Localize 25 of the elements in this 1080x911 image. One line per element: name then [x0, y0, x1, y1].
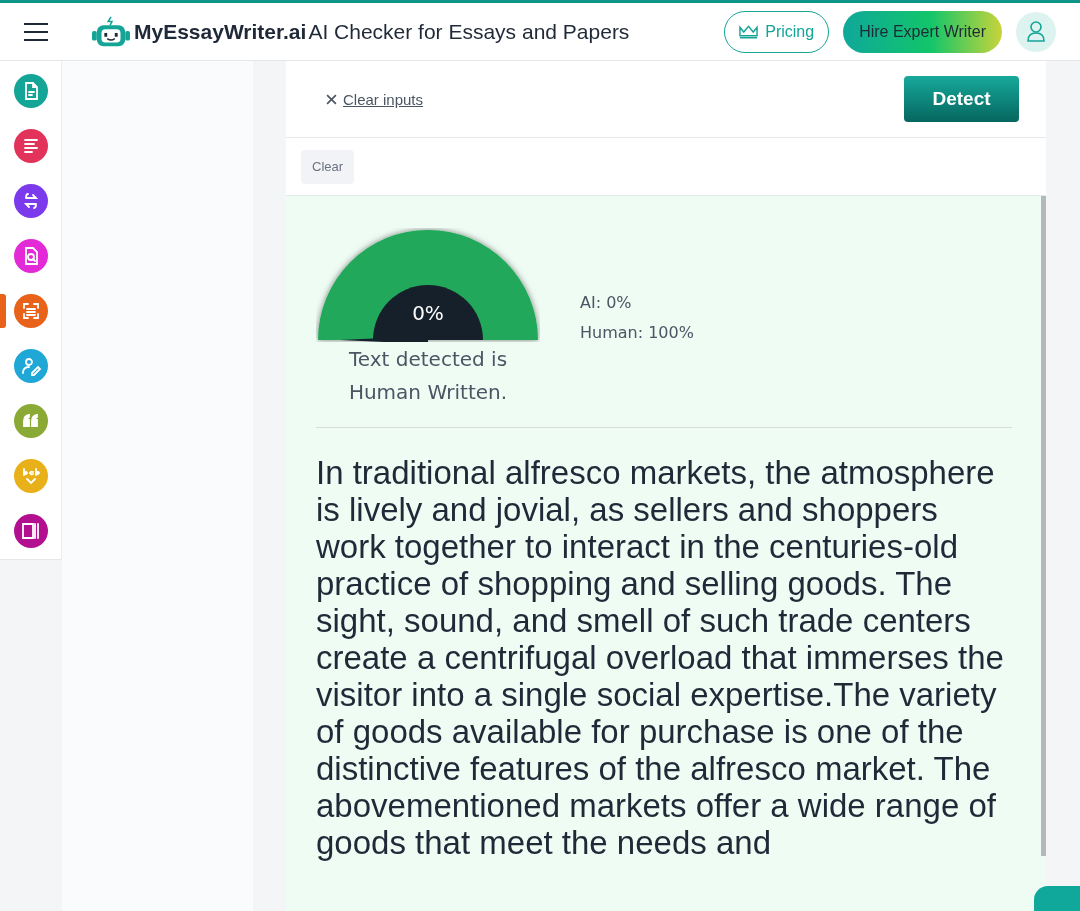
verdict-text: Text detected is Human Written.: [347, 346, 509, 406]
swap-tool-icon[interactable]: [14, 184, 48, 218]
search-doc-tool-icon[interactable]: [14, 239, 48, 273]
essay-text: In traditional alfresco markets, the atmosphere is lively and jovial, as sellers and shoppers work together to interact in the centuries-old practice of shopping and selling goods. The sight, sound, and smell of such trade centers create a centrifugal overload that immerses the visitor into a single social expertise.The variety of goods available for purchase is one of the distinctive features of the alfresco market. The abovementioned markets offer a wide range of goods that meet the needs and: [316, 454, 1005, 861]
scrollbar[interactable]: [1041, 196, 1046, 856]
user-avatar-icon[interactable]: [1016, 11, 1056, 52]
document-tool-icon[interactable]: [14, 74, 48, 108]
close-icon: [326, 93, 337, 105]
menu-icon[interactable]: [24, 22, 48, 41]
clear-inputs-link[interactable]: Clear inputs: [326, 90, 424, 108]
detect-button[interactable]: Detect: [904, 76, 1019, 122]
clear-button[interactable]: Clear: [301, 149, 355, 184]
ai-score: AI: 0%: [580, 292, 633, 314]
hire-writer-button[interactable]: Hire Expert Writer: [843, 10, 1002, 53]
quote-tool-icon[interactable]: [14, 404, 48, 438]
human-score: Human: 100%: [580, 322, 694, 344]
page-title: AI Checker for Essays and Papers: [308, 19, 630, 44]
lines-tool-icon[interactable]: [14, 129, 48, 163]
crown-icon: [739, 24, 759, 39]
robot-logo-icon: [92, 15, 130, 48]
gauge-reading: 0%: [411, 301, 445, 325]
scan-tool-icon[interactable]: [14, 294, 48, 328]
pages-tool-icon[interactable]: [14, 514, 48, 548]
user-edit-tool-icon[interactable]: [14, 349, 48, 383]
logo-text[interactable]: MyEssayWriter.ai: [134, 19, 307, 44]
